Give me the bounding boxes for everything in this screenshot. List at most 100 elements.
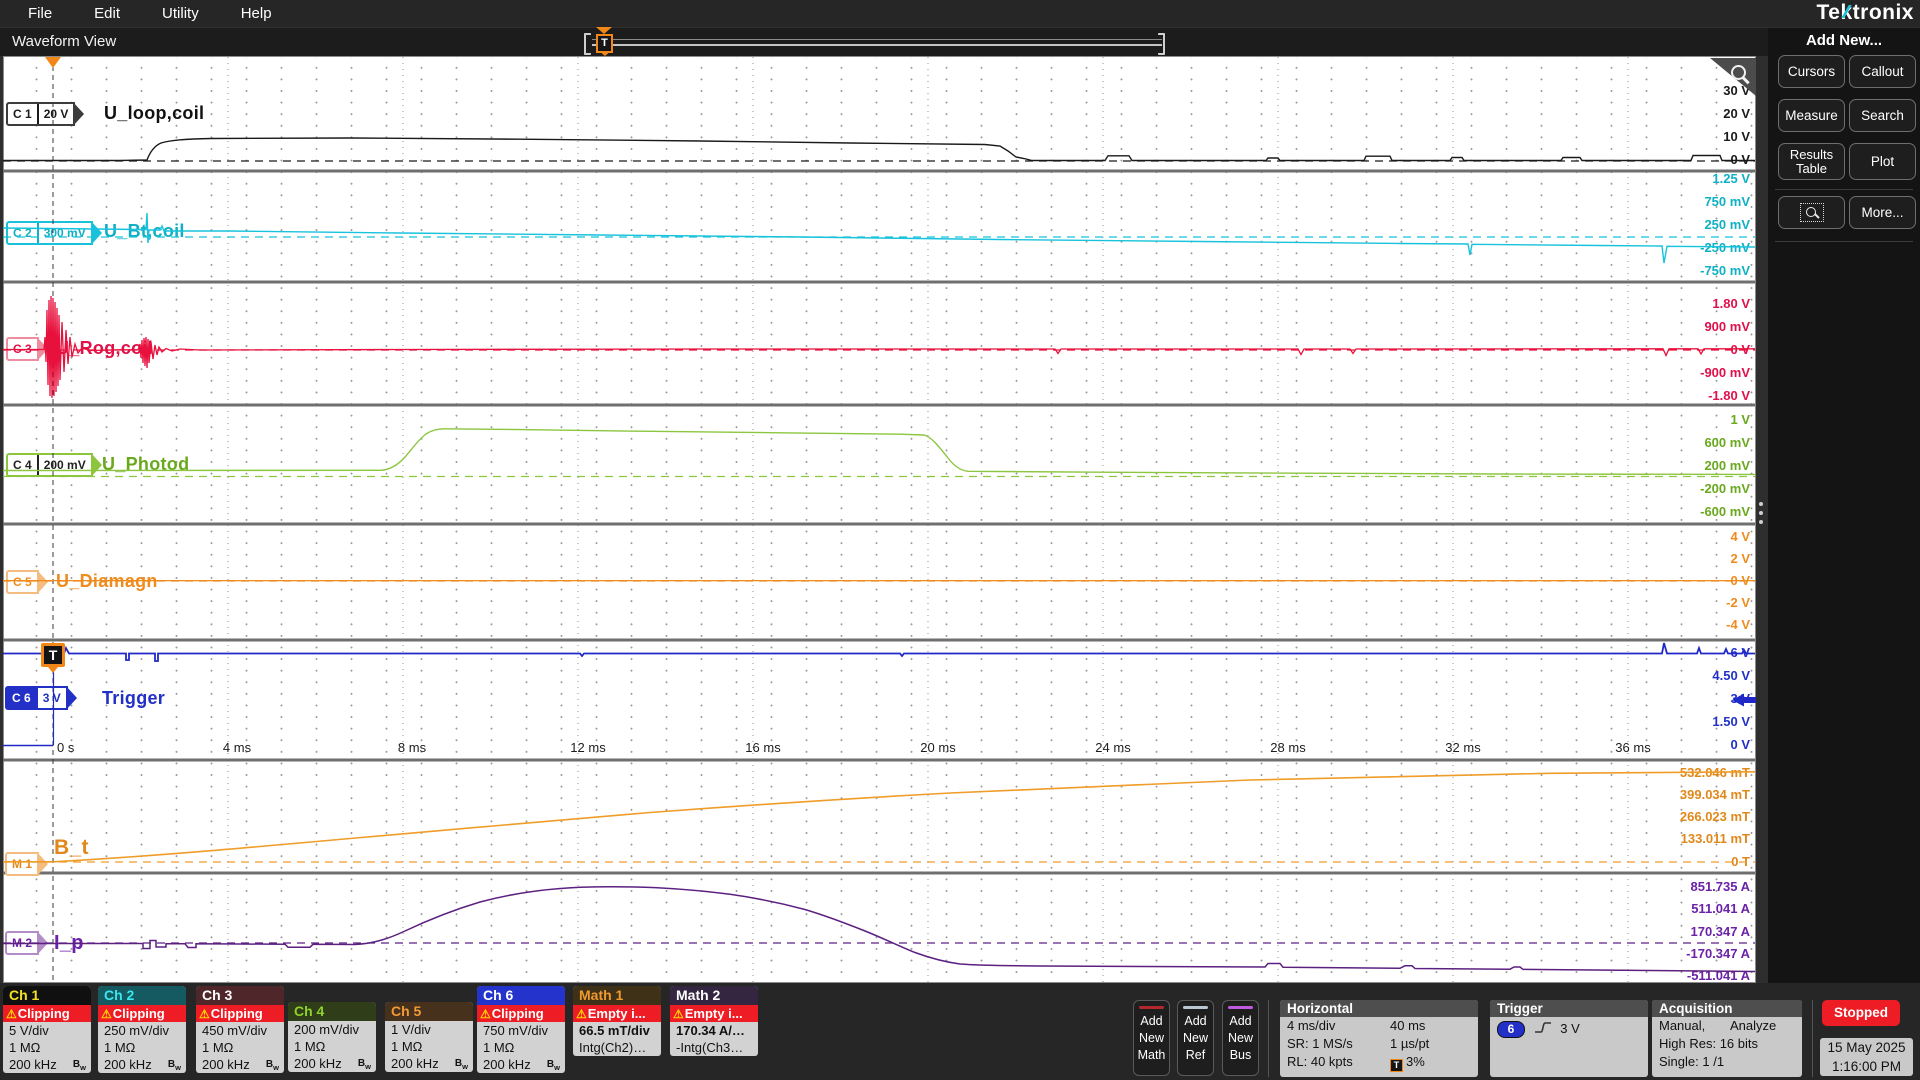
panel-drag-handle[interactable] xyxy=(1759,497,1763,529)
ch6-tick: 4.50 V xyxy=(1712,668,1750,684)
ch6-tick: 3 V xyxy=(1730,691,1750,707)
menu-help[interactable]: Help xyxy=(227,5,286,22)
math2-label[interactable]: I_p xyxy=(54,932,84,955)
math1-tick: 532.046 mT xyxy=(1680,765,1750,781)
ch1-tick: 10 V xyxy=(1723,129,1750,145)
horizontal-panel[interactable]: Horizontal 4 ms/div40 ms SR: 1 MS/s1 µs/… xyxy=(1280,1000,1478,1077)
ch2-tick: 250 mV xyxy=(1704,217,1750,233)
math1-tick: 0 T xyxy=(1731,854,1750,870)
callout-button[interactable]: Callout xyxy=(1849,55,1916,88)
ch3-clipping-warning: ⚠Clipping xyxy=(196,1005,284,1022)
ch6-label[interactable]: Trigger xyxy=(102,688,165,709)
add-new-heading: Add New... xyxy=(1768,32,1920,49)
trigger-position-icon[interactable] xyxy=(45,57,61,68)
bandwidth-icon: Bw xyxy=(168,1056,181,1073)
zoom-select-button[interactable] xyxy=(1778,196,1845,229)
ch6-tick: 1.50 V xyxy=(1712,714,1750,730)
math1-label[interactable]: B_t xyxy=(54,836,89,860)
ch2-badge[interactable]: C 2300 mV xyxy=(6,221,93,245)
ch3-label[interactable]: U_Rog,coil xyxy=(56,338,153,359)
math1-settings-badge[interactable]: Math 1 ⚠Empty i... 66.5 mT/div Intg(Ch2)… xyxy=(573,986,661,1056)
ch3-tick: 0 V xyxy=(1730,342,1750,358)
menu-utility[interactable]: Utility xyxy=(148,5,213,22)
ch5-badge[interactable]: C 5 xyxy=(6,570,39,594)
waveform-plot[interactable] xyxy=(3,56,1756,983)
rising-edge-icon xyxy=(1533,1020,1553,1035)
math2-badge[interactable]: M 2 xyxy=(5,931,39,955)
ch3-settings-badge[interactable]: Ch 3 ⚠Clipping 450 mV/div 1 MΩ 200 kHzBw xyxy=(196,986,284,1073)
acquisition-panel[interactable]: Acquisition Manual,Analyze High Res: 16 … xyxy=(1652,1000,1802,1077)
trigger-position-icon: T xyxy=(1390,1059,1403,1072)
ch4-tick: 200 mV xyxy=(1704,458,1750,474)
ch2-tick: -250 mV xyxy=(1700,240,1750,256)
ch5-tick: 2 V xyxy=(1730,551,1750,567)
waveform-view-titlebar: Waveform View T xyxy=(0,28,1768,56)
trigger-source-marker-icon[interactable]: T xyxy=(41,643,65,667)
add-new-bus-button[interactable]: AddNewBus xyxy=(1222,1000,1259,1076)
math1-tick: 133.011 mT xyxy=(1681,831,1750,847)
add-new-ref-button[interactable]: AddNewRef xyxy=(1177,1000,1214,1076)
warning-icon: ⚠ xyxy=(199,1007,210,1021)
ch6-tick: 0 V xyxy=(1730,737,1750,753)
time-label: 24 ms xyxy=(1095,740,1130,755)
record-view-left-bracket[interactable] xyxy=(584,33,591,55)
time-label: 36 ms xyxy=(1615,740,1650,755)
ch3-tick: 900 mV xyxy=(1704,319,1750,335)
ch5-label[interactable]: U_Diamagn xyxy=(56,571,158,592)
ch3-tick: -900 mV xyxy=(1700,365,1750,381)
ch5-tick: 4 V xyxy=(1730,529,1750,545)
ch1-settings-badge[interactable]: Ch 1 ⚠Clipping 5 V/div 1 MΩ 200 kHzBw xyxy=(3,986,91,1073)
time-label: 12 ms xyxy=(570,740,605,755)
panel-separator xyxy=(1775,189,1913,190)
math1-tick: 399.034 mT xyxy=(1680,787,1750,803)
ch1-tick: 20 V xyxy=(1723,106,1750,122)
more-button[interactable]: More... xyxy=(1849,196,1916,229)
menu-edit[interactable]: Edit xyxy=(80,5,134,22)
ch5-settings-badge[interactable]: Ch 5 1 V/div 1 MΩ 200 kHzBw xyxy=(385,1002,473,1072)
bandwidth-icon: Bw xyxy=(73,1056,86,1073)
time-label: 0 s xyxy=(57,740,74,755)
ch6-settings-badge[interactable]: Ch 6 ⚠Clipping 750 mV/div 1 MΩ 200 kHzBw xyxy=(477,986,565,1073)
ch5-tick: -4 V xyxy=(1726,617,1750,633)
math2-settings-badge[interactable]: Math 2 ⚠Empty i... 170.34 A/… -Intg(Ch3… xyxy=(670,986,758,1056)
trigger-panel[interactable]: Trigger 6 3 V xyxy=(1490,1000,1648,1077)
time-label: 4 ms xyxy=(223,740,251,755)
ch2-label[interactable]: U_Bt,coil xyxy=(104,221,185,242)
math2-tick: 851.735 A xyxy=(1690,879,1750,895)
menu-file[interactable]: File xyxy=(14,5,66,22)
bottom-settings-bar: Ch 1 ⚠Clipping 5 V/div 1 MΩ 200 kHzBw Ch… xyxy=(0,983,1920,1080)
panel-separator xyxy=(1775,241,1913,242)
ch1-tick: 0 V xyxy=(1730,152,1750,168)
results-table-button[interactable]: Results Table xyxy=(1778,143,1845,180)
math2-tick: -170.347 A xyxy=(1686,946,1750,962)
ch4-settings-badge[interactable]: Ch 4 200 mV/div 1 MΩ 200 kHzBw xyxy=(288,1002,376,1072)
ch4-label[interactable]: U_Photod xyxy=(102,454,189,475)
math1-badge[interactable]: M 1 xyxy=(5,852,39,876)
ch6-badge[interactable]: C 63 V xyxy=(5,686,68,710)
ch2-clipping-warning: ⚠Clipping xyxy=(98,1005,186,1022)
bandwidth-icon: Bw xyxy=(547,1056,560,1073)
add-new-math-button[interactable]: AddNewMath xyxy=(1133,1000,1170,1076)
math1-empty-warning: ⚠Empty i... xyxy=(573,1005,661,1022)
warning-icon: ⚠ xyxy=(6,1007,17,1021)
ch1-clipping-warning: ⚠Clipping xyxy=(3,1005,91,1022)
magnifier-handle-icon xyxy=(1742,77,1749,84)
plot-button[interactable]: Plot xyxy=(1849,143,1916,180)
cursors-button[interactable]: Cursors xyxy=(1778,55,1845,88)
record-view-bar[interactable] xyxy=(592,44,1162,46)
search-button[interactable]: Search xyxy=(1849,99,1916,132)
record-trigger-arrow-icon xyxy=(596,27,612,34)
warning-icon: ⚠ xyxy=(673,1007,684,1021)
ch2-settings-badge[interactable]: Ch 2 ⚠Clipping 250 mV/div 1 MΩ 200 kHzBw xyxy=(98,986,186,1073)
menu-bar: File Edit Utility Help Tektronix xyxy=(0,0,1920,27)
ch4-badge[interactable]: C 4200 mV xyxy=(6,453,93,477)
ch5-tick: -2 V xyxy=(1726,595,1750,611)
ch1-label[interactable]: U_loop,coil xyxy=(104,103,204,124)
ch3-badge[interactable]: C 3 xyxy=(6,337,39,361)
record-view-right-bracket[interactable] xyxy=(1158,33,1165,55)
measure-button[interactable]: Measure xyxy=(1778,99,1845,132)
ch6-tick: 6 V xyxy=(1730,645,1750,661)
acquisition-status-badge[interactable]: Stopped xyxy=(1822,1000,1900,1026)
ch1-badge[interactable]: C 120 V xyxy=(6,102,75,126)
math2-tick: 511.041 A xyxy=(1691,901,1750,917)
